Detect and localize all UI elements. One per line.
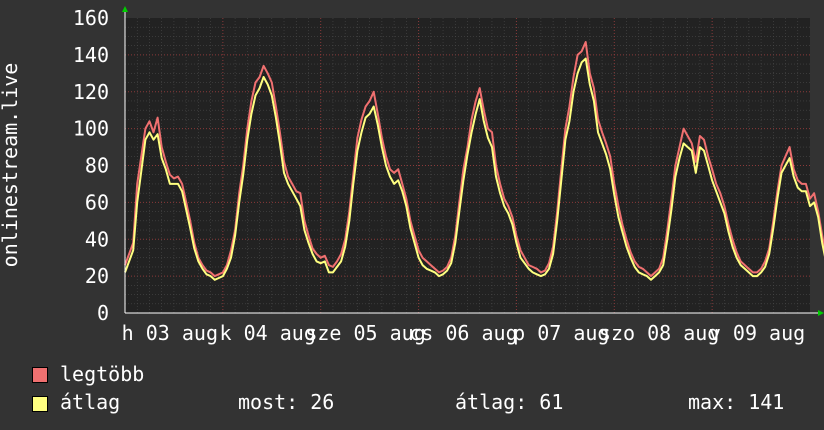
legend-label-legtobb: legtöbb <box>60 362 145 386</box>
y-tick-label: 140 <box>73 43 109 67</box>
y-tick-label: 60 <box>85 190 109 214</box>
stat-atlag: átlag: 61 <box>455 390 564 414</box>
x-axis-arrow-icon <box>818 310 824 316</box>
y-tick-label: 100 <box>73 117 109 141</box>
x-tick-label: sze 05 aug <box>305 321 425 345</box>
legend-swatch-atlag <box>32 396 48 412</box>
y-tick-label: 160 <box>73 6 109 30</box>
x-tick-label: k 04 aug <box>220 321 316 345</box>
x-tick-label: szo 08 aug <box>599 321 719 345</box>
y-tick-label: 0 <box>97 301 109 325</box>
x-tick-label: h 03 aug <box>122 321 218 345</box>
y-tick-label: 40 <box>85 227 109 251</box>
x-tick-label: p 07 aug <box>513 321 609 345</box>
x-tick-label: cs 06 aug <box>409 321 517 345</box>
y-axis-arrow-icon <box>122 6 128 12</box>
legend-swatch-legtobb <box>32 367 48 383</box>
stat-max: max: 141 <box>688 390 785 414</box>
x-axis-labels: h 03 aug k 04 augsze 05 augcs 06 augp 07 … <box>122 321 805 345</box>
y-tick-label: 80 <box>85 154 109 178</box>
y-axis-label: onlinestream.live <box>0 63 22 268</box>
legend-label-atlag: átlag <box>60 390 121 414</box>
y-axis-ticks: 0 20 40 60 80 100 120 140 160 <box>73 6 109 325</box>
x-tick-label: v 09 aug <box>709 321 805 345</box>
y-tick-label: 20 <box>85 264 109 288</box>
y-tick-label: 120 <box>73 80 109 104</box>
stat-most: most: 26 <box>238 390 335 414</box>
